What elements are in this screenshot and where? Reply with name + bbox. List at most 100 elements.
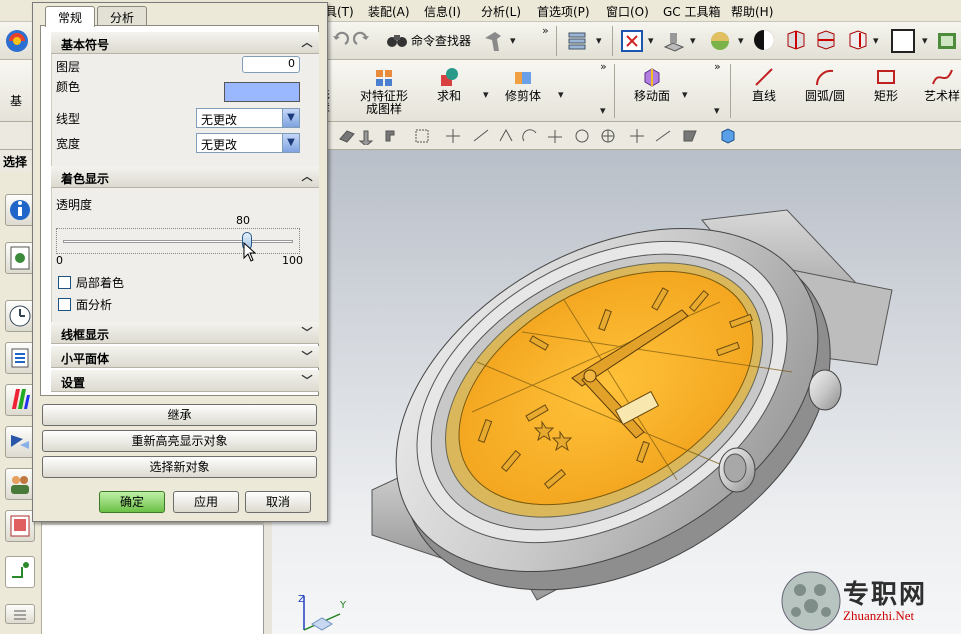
dropdown-arrow-icon[interactable]: ▾ <box>738 34 744 47</box>
wireframe-section-header[interactable]: 线框显示 ﹀ <box>51 322 319 344</box>
menu-tools[interactable]: 具(T) <box>325 3 354 20</box>
separator <box>612 26 613 56</box>
dropdown-arrow-icon[interactable]: ▾ <box>873 34 879 47</box>
move-face-button[interactable]: 移动面 <box>634 66 670 103</box>
shaded-display-section-header[interactable]: 着色显示 ︿ <box>51 166 319 188</box>
face-analysis-checkbox[interactable] <box>58 298 71 311</box>
chevron-down-icon[interactable]: ﹀ <box>298 348 316 365</box>
more-chevron-icon[interactable]: » <box>542 24 549 37</box>
dropdown-arrow-icon[interactable]: ▾ <box>714 104 720 117</box>
menu-information[interactable]: 信息(I) <box>424 3 461 20</box>
show-hide-icon[interactable] <box>752 28 776 52</box>
facet-body-section-header[interactable]: 小平面体 ﹀ <box>51 346 319 368</box>
selection-label: 选择 <box>3 155 28 169</box>
dropdown-arrow-icon[interactable]: ▾ <box>510 34 516 47</box>
partial-shading-checkbox[interactable] <box>58 276 71 289</box>
chevron-down-icon[interactable]: ﹀ <box>298 324 316 341</box>
users-tab[interactable] <box>5 468 35 500</box>
navigator-panel[interactable] <box>42 525 264 634</box>
menu-gc-toolkit[interactable]: GC 工具箱 <box>663 3 721 20</box>
dropdown-arrow-icon[interactable]: ▾ <box>596 34 602 47</box>
history-palette-tab[interactable] <box>5 510 35 542</box>
settings-section-header[interactable]: 设置 ﹀ <box>51 370 319 392</box>
roles-tab[interactable] <box>5 342 35 374</box>
menu-window[interactable]: 窗口(O) <box>606 3 649 20</box>
part-navigator-icon <box>10 246 30 270</box>
info-tab[interactable] <box>5 194 35 226</box>
graphics-window[interactable]: Z Y <box>272 150 961 634</box>
partial-basic-label: 基 <box>10 94 23 108</box>
rectangle-button[interactable]: 矩形 <box>874 66 898 103</box>
cancel-button[interactable]: 取消 <box>245 491 311 513</box>
linetype-select[interactable]: 无更改 ▼ <box>196 108 300 128</box>
ok-button[interactable]: 确定 <box>99 491 165 513</box>
mouse-cursor-icon <box>243 242 257 262</box>
reselect-button[interactable]: 选择新对象 <box>42 456 317 478</box>
chevron-down-icon[interactable]: ▼ <box>282 134 299 152</box>
history-tab[interactable] <box>5 300 35 332</box>
menu-assembly[interactable]: 装配(A) <box>368 3 410 20</box>
pattern-face-label-2: 成图样 <box>366 102 403 116</box>
basic-symbol-section-header[interactable]: 基本符号 ︿ <box>51 32 319 54</box>
chevron-up-icon[interactable]: ︿ <box>298 34 316 51</box>
start-icon[interactable] <box>4 28 30 54</box>
fit-view-icon[interactable] <box>620 29 644 53</box>
chevron-up-icon[interactable]: ︿ <box>298 168 316 185</box>
more-tab[interactable] <box>5 604 35 624</box>
width-select[interactable]: 无更改 ▼ <box>196 133 300 153</box>
apply-button[interactable]: 应用 <box>173 491 239 513</box>
dropdown-arrow-icon[interactable]: ▾ <box>483 88 489 101</box>
arc-circle-button[interactable]: 圆弧/圆 <box>805 66 845 103</box>
command-finder-button[interactable]: 命令查找器 <box>411 32 471 49</box>
layer-settings-icon[interactable] <box>566 29 590 53</box>
watch-case-model[interactable] <box>272 150 961 634</box>
dropdown-arrow-icon[interactable]: ▾ <box>922 34 928 47</box>
triad-z-label: Z <box>298 594 305 605</box>
layer-input[interactable]: 0 <box>242 56 300 73</box>
trim-body-button[interactable]: 修剪体 <box>505 66 541 103</box>
menu-preferences[interactable]: 首选项(P) <box>537 3 590 20</box>
chevron-down-icon[interactable]: ▼ <box>282 109 299 127</box>
facet-body-title: 小平面体 <box>61 352 110 366</box>
menu-help[interactable]: 帮助(H) <box>731 3 773 20</box>
web-icon <box>11 435 29 449</box>
dropdown-arrow-icon[interactable]: ▾ <box>690 34 696 47</box>
line-button[interactable]: 直线 <box>752 66 776 103</box>
tab-general[interactable]: 常规 <box>45 6 96 27</box>
undo-icon[interactable] <box>330 30 350 50</box>
watermark-text: 专职网 <box>843 580 928 610</box>
chevron-down-icon[interactable]: ﹀ <box>298 372 316 389</box>
dropdown-arrow-icon[interactable]: ▾ <box>648 34 654 47</box>
edit-section-icon[interactable] <box>814 28 838 52</box>
color-label: 颜色 <box>56 80 81 94</box>
tab-analysis[interactable]: 分析 <box>97 6 148 25</box>
orient-view-icon[interactable] <box>662 29 686 53</box>
dropdown-arrow-icon[interactable]: ▾ <box>558 88 564 101</box>
rehighlight-button[interactable]: 重新高亮显示对象 <box>42 430 317 452</box>
palette-tab[interactable] <box>5 384 35 416</box>
redo-icon[interactable] <box>352 30 372 50</box>
dropdown-arrow-icon[interactable]: ▾ <box>682 88 688 101</box>
assembly-navigator-tab[interactable] <box>5 556 35 588</box>
studio-spline-button[interactable]: 艺术样 <box>924 66 960 103</box>
background-icon[interactable] <box>890 28 916 54</box>
inherit-button[interactable]: 继承 <box>42 404 317 426</box>
menu-analysis[interactable]: 分析(L) <box>481 3 521 20</box>
more-chevron-icon[interactable]: » <box>714 60 721 73</box>
part-navigator-tab[interactable] <box>5 242 35 274</box>
hammer-icon[interactable] <box>481 28 507 54</box>
pattern-face-button[interactable]: 对特征形 成图样 <box>360 66 408 116</box>
render-style-icon[interactable] <box>708 29 732 53</box>
unite-icon <box>441 68 458 86</box>
snap-point-icons[interactable] <box>338 127 958 145</box>
web-tab[interactable] <box>5 426 35 458</box>
section-view-icon[interactable] <box>784 28 808 52</box>
display-icon[interactable] <box>936 29 960 53</box>
dropdown-arrow-icon[interactable]: ▾ <box>600 104 606 117</box>
unite-button[interactable]: 求和 <box>437 66 461 103</box>
more-chevron-icon[interactable]: » <box>600 60 607 73</box>
transparency-slider[interactable] <box>56 228 300 254</box>
clip-section-icon[interactable] <box>846 28 870 52</box>
color-swatch[interactable] <box>224 82 300 102</box>
face-analysis-label: 面分析 <box>76 298 113 312</box>
